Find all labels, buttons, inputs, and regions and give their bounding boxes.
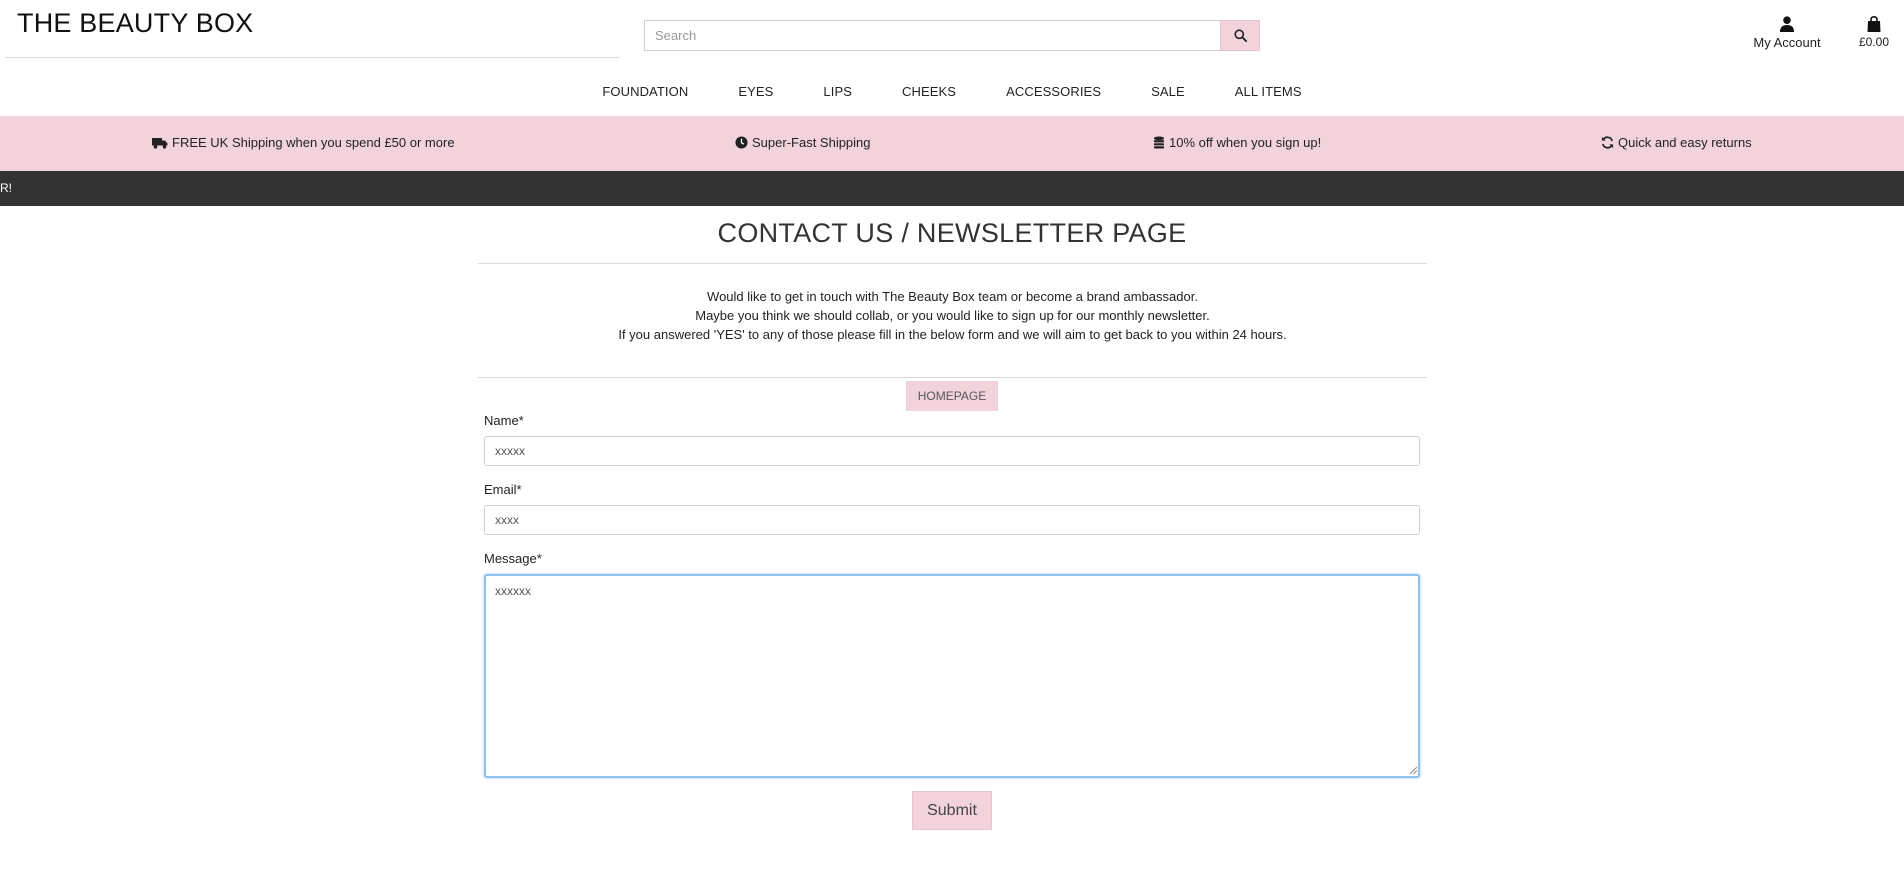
clock-icon xyxy=(735,136,748,149)
nav-item-lips[interactable]: LIPS xyxy=(798,84,877,99)
search-button[interactable] xyxy=(1220,20,1260,51)
nav-item-foundation[interactable]: FOUNDATION xyxy=(577,84,713,99)
promo-text: 10% off when you sign up! xyxy=(1169,135,1322,150)
resize-grip-icon[interactable] xyxy=(1409,766,1418,775)
promo-item-shipping: FREE UK Shipping when you spend £50 or m… xyxy=(152,135,455,150)
promo-banner: FREE UK Shipping when you spend £50 or m… xyxy=(0,116,1904,171)
brand-divider xyxy=(5,57,620,58)
message-label: Message* xyxy=(484,551,542,566)
title-divider xyxy=(478,263,1427,264)
truck-icon xyxy=(152,137,168,149)
promo-item-returns: Quick and easy returns xyxy=(1601,135,1752,150)
user-icon xyxy=(1780,16,1794,32)
page-title: CONTACT US / NEWSLETTER PAGE xyxy=(717,218,1187,248)
search-input[interactable] xyxy=(644,20,1220,51)
main-nav: FOUNDATION EYES LIPS CHEEKS ACCESSORIES … xyxy=(0,84,1904,99)
nav-item-eyes[interactable]: EYES xyxy=(713,84,798,99)
name-label: Name* xyxy=(484,413,524,428)
intro-line: If you answered 'YES' to any of those pl… xyxy=(618,327,1287,342)
shopping-bag-icon xyxy=(1867,16,1881,32)
promo-item-fast-shipping: Super-Fast Shipping xyxy=(735,135,871,150)
nav-item-all-items[interactable]: ALL ITEMS xyxy=(1210,84,1327,99)
my-account-link[interactable]: My Account xyxy=(1750,16,1824,50)
intro-line: Would like to get in touch with The Beau… xyxy=(707,289,1198,304)
submit-button[interactable]: Submit xyxy=(912,791,992,830)
announcement-ticker: R! xyxy=(0,171,1904,206)
email-label: Email* xyxy=(484,482,522,497)
coins-icon xyxy=(1153,136,1165,149)
message-textarea[interactable]: xxxxxx xyxy=(484,574,1420,778)
promo-text: Quick and easy returns xyxy=(1618,135,1752,150)
email-field[interactable] xyxy=(484,505,1420,535)
promo-text: Super-Fast Shipping xyxy=(752,135,871,150)
name-field[interactable] xyxy=(484,436,1420,466)
homepage-button[interactable]: HOMEPAGE xyxy=(906,381,998,411)
cart-link[interactable]: £0.00 xyxy=(1852,16,1896,49)
my-account-label: My Account xyxy=(1753,35,1821,50)
nav-item-sale[interactable]: SALE xyxy=(1126,84,1210,99)
promo-text: FREE UK Shipping when you spend £50 or m… xyxy=(172,135,455,150)
cart-total: £0.00 xyxy=(1858,35,1890,49)
refresh-icon xyxy=(1601,136,1614,149)
promo-item-discount: 10% off when you sign up! xyxy=(1153,135,1321,150)
intro-line: Maybe you think we should collab, or you… xyxy=(695,308,1210,323)
intro-divider xyxy=(478,377,1427,378)
brand-logo[interactable]: THE BEAUTY BOX xyxy=(17,8,253,39)
ticker-text: R! xyxy=(0,181,12,195)
nav-item-cheeks[interactable]: CHEEKS xyxy=(877,84,981,99)
search-icon xyxy=(1233,29,1247,42)
intro-text: Would like to get in touch with The Beau… xyxy=(478,287,1427,344)
nav-item-accessories[interactable]: ACCESSORIES xyxy=(981,84,1126,99)
search-bar xyxy=(644,20,1260,51)
